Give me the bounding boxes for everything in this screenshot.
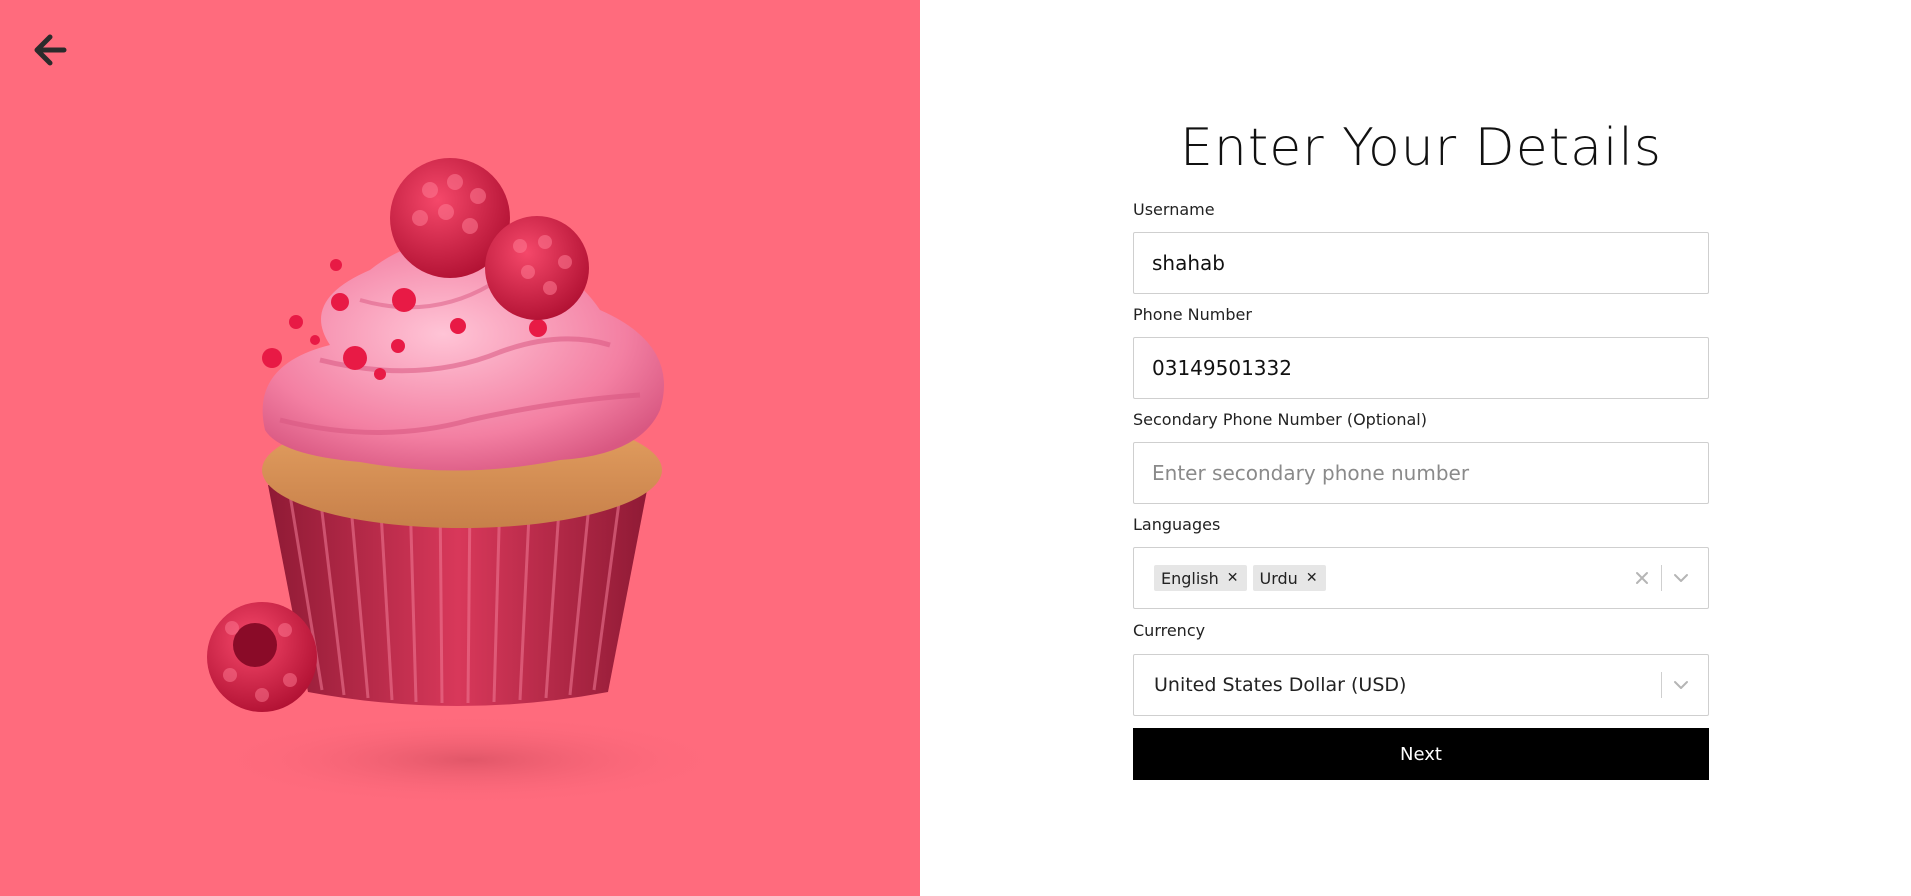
currency-dropdown-button[interactable]	[1662, 655, 1700, 715]
currency-value: United States Dollar (USD)	[1154, 674, 1407, 696]
languages-label: Languages	[1133, 515, 1221, 534]
currency-label: Currency	[1133, 621, 1206, 640]
languages-select[interactable]: English ✕ Urdu ✕	[1133, 547, 1709, 609]
chevron-down-icon	[1674, 574, 1688, 582]
hero-panel	[0, 0, 920, 896]
back-button[interactable]	[28, 28, 72, 72]
cupcake-illustration	[207, 158, 730, 806]
language-chip: Urdu ✕	[1252, 565, 1326, 591]
select-indicators	[1623, 548, 1700, 608]
secondary-phone-input[interactable]	[1134, 443, 1708, 503]
select-indicators	[1661, 655, 1700, 715]
next-button[interactable]: Next	[1133, 728, 1709, 780]
chevron-down-icon	[1674, 681, 1688, 689]
page-title: Enter Your Details	[1180, 118, 1662, 178]
form-panel: Enter Your Details Username Phone Number…	[920, 0, 1911, 896]
username-label: Username	[1133, 200, 1215, 219]
secondary-phone-field	[1133, 442, 1709, 504]
username-field	[1133, 232, 1709, 294]
language-chips: English ✕ Urdu ✕	[1154, 565, 1623, 591]
currency-select[interactable]: United States Dollar (USD)	[1133, 654, 1709, 716]
language-chip: English ✕	[1154, 565, 1247, 591]
page: Enter Your Details Username Phone Number…	[0, 0, 1911, 896]
phone-input[interactable]	[1134, 338, 1708, 398]
remove-chip-icon[interactable]: ✕	[1227, 570, 1239, 586]
language-chip-label: Urdu	[1259, 568, 1298, 588]
arrow-left-icon	[34, 34, 67, 66]
phone-field	[1133, 337, 1709, 399]
close-icon	[1636, 572, 1648, 584]
language-chip-label: English	[1161, 568, 1219, 588]
remove-chip-icon[interactable]: ✕	[1306, 570, 1318, 586]
languages-dropdown-button[interactable]	[1662, 548, 1700, 608]
clear-languages-button[interactable]	[1623, 548, 1661, 608]
phone-label: Phone Number	[1133, 305, 1252, 324]
secondary-phone-label: Secondary Phone Number (Optional)	[1133, 410, 1427, 429]
username-input[interactable]	[1134, 233, 1708, 293]
